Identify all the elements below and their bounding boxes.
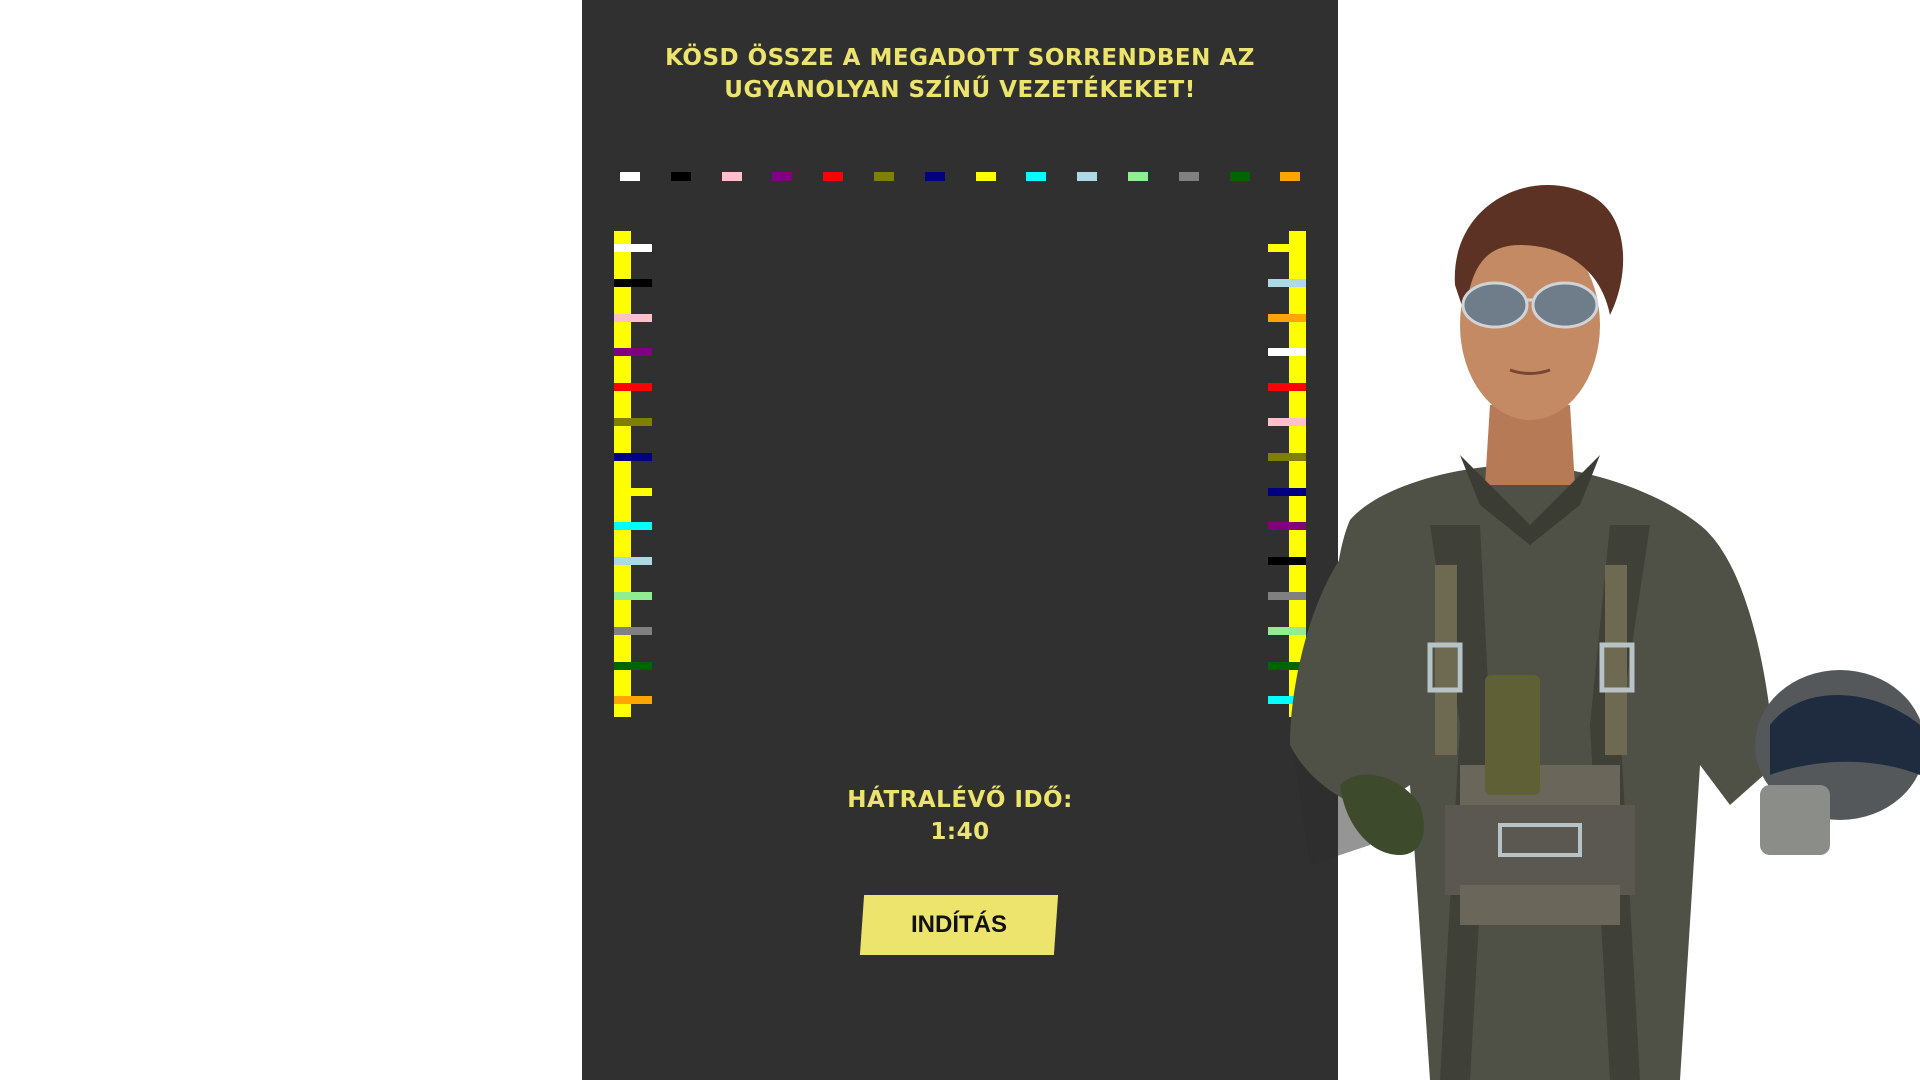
left-wire-7[interactable]: [614, 452, 652, 461]
order-swatch-1: [620, 172, 640, 181]
order-swatch-12: [1178, 172, 1199, 181]
order-swatch-6: [874, 172, 894, 181]
left-wire-11[interactable]: [614, 592, 652, 600]
left-wire-8[interactable]: [614, 487, 652, 496]
order-swatch-7: [924, 172, 945, 181]
left-wire-10[interactable]: [614, 557, 652, 566]
pilot-character-icon: [1290, 185, 1920, 1080]
left-wire-5[interactable]: [614, 383, 652, 392]
order-swatch-2: [670, 172, 691, 181]
left-wire-1[interactable]: [614, 244, 652, 252]
left-wire-2[interactable]: [614, 278, 652, 287]
left-wire-terminal-bar: [614, 231, 631, 717]
order-swatch-11: [1128, 172, 1148, 181]
left-wire-12[interactable]: [614, 626, 652, 635]
left-wire-6[interactable]: [614, 418, 652, 426]
left-wire-4[interactable]: [614, 348, 652, 357]
start-button[interactable]: INDÍTÁS: [859, 895, 1059, 955]
instruction-title-line-2: UGYANOLYAN SZÍNŰ VEZETÉKEKET!: [724, 77, 1196, 103]
instruction-title-line-1: KÖSD ÖSSZE A MEGADOTT SORRENDBEN AZ: [665, 45, 1255, 71]
left-wire-3[interactable]: [614, 313, 652, 322]
timer-value: 1:40: [930, 819, 990, 845]
left-wire-9[interactable]: [614, 522, 652, 531]
start-button-label: INDÍTÁS: [911, 911, 1007, 938]
order-swatch-5: [823, 172, 844, 181]
instruction-title: KÖSD ÖSSZE A MEGADOTT SORRENDBEN AZ UGYA…: [582, 42, 1338, 106]
timer-label: HÁTRALÉVŐ IDŐ:: [847, 787, 1073, 813]
order-swatch-10: [1077, 172, 1098, 181]
order-swatch-9: [1026, 172, 1047, 181]
left-wire-13[interactable]: [614, 661, 652, 670]
order-swatch-4: [772, 172, 793, 181]
order-swatch-8: [975, 172, 996, 181]
left-wire-14[interactable]: [614, 696, 652, 705]
game-panel: KÖSD ÖSSZE A MEGADOTT SORRENDBEN AZ UGYA…: [582, 0, 1338, 1080]
order-swatch-3: [721, 172, 742, 181]
color-order-sequence: [620, 172, 1301, 182]
